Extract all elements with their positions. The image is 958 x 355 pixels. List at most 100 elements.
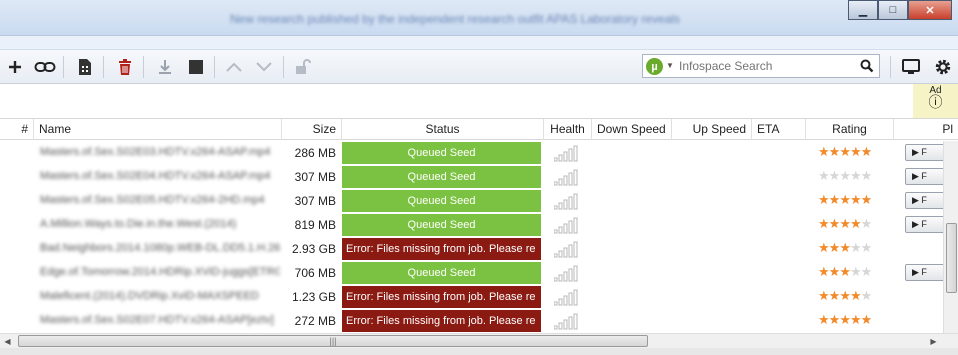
close-button[interactable]: ✕ [908,0,952,20]
star-filled-icon[interactable]: ★ [839,264,851,279]
link-icon [34,62,56,72]
unlock-button[interactable] [291,55,315,79]
star-empty-icon[interactable]: ★ [861,216,873,231]
move-down-button[interactable] [252,55,276,79]
add-torrent-button[interactable] [3,55,27,79]
column-status[interactable]: Status [342,119,544,140]
table-row[interactable]: Masters.of.Sex.S02E03.HDTV.x264-ASAP.mp4… [0,141,943,165]
add-url-button[interactable] [33,55,57,79]
health-bar [563,319,568,330]
search-button[interactable] [858,58,876,74]
start-download-button[interactable] [153,55,177,79]
column-eta[interactable]: ETA [752,119,806,140]
star-filled-icon[interactable]: ★ [818,312,830,327]
health-bars-icon [554,265,578,282]
status-bar: Queued Seed [342,190,541,212]
star-filled-icon[interactable]: ★ [829,264,841,279]
ad-badge[interactable]: Ad ⓘ [913,84,958,118]
column-up-speed[interactable]: Up Speed [672,119,752,140]
star-filled-icon[interactable]: ★ [850,216,862,231]
star-empty-icon[interactable]: ★ [850,264,862,279]
star-filled-icon[interactable]: ★ [839,312,851,327]
play-button[interactable]: ▶ F [905,264,943,281]
rating-stars[interactable]: ★★★★★ [818,265,888,279]
create-torrent-button[interactable] [73,55,97,79]
star-filled-icon[interactable]: ★ [818,240,830,255]
minimize-button[interactable]: ▁ [848,0,878,20]
maximize-button[interactable]: □ [878,0,908,20]
star-filled-icon[interactable]: ★ [850,144,862,159]
table-row[interactable]: Masters.of.Sex.S02E07.HDTV.x264-ASAP[ezt… [0,309,943,333]
star-empty-icon[interactable]: ★ [839,168,851,183]
star-filled-icon[interactable]: ★ [829,312,841,327]
play-button[interactable]: ▶ F [905,216,943,233]
column-number[interactable]: # [0,119,34,140]
star-filled-icon[interactable]: ★ [850,288,862,303]
star-empty-icon[interactable]: ★ [829,168,841,183]
star-filled-icon[interactable]: ★ [818,144,830,159]
play-button[interactable]: ▶ F [905,144,943,161]
table-row[interactable]: Edge.of.Tomorrow.2014.HDRip.XViD-juggs[E… [0,261,943,285]
star-filled-icon[interactable]: ★ [861,312,873,327]
column-down-speed[interactable]: Down Speed [592,119,672,140]
table-row[interactable]: A.Million.Ways.to.Die.in.the.West.(2014)… [0,213,943,237]
column-play[interactable]: Pl [894,119,958,140]
remove-button[interactable] [113,55,137,79]
column-health[interactable]: Health [544,119,592,140]
star-filled-icon[interactable]: ★ [839,144,851,159]
table-row[interactable]: Maleficent.(2014).DVDRip.XviD-MAXSPEED 1… [0,285,943,309]
star-filled-icon[interactable]: ★ [839,192,851,207]
star-empty-icon[interactable]: ★ [818,168,830,183]
star-filled-icon[interactable]: ★ [829,216,841,231]
rating-stars[interactable]: ★★★★★ [818,289,888,303]
scroll-right-arrow-icon[interactable]: ▶ [926,334,941,349]
rating-stars[interactable]: ★★★★★ [818,313,888,327]
rating-stars[interactable]: ★★★★★ [818,145,888,159]
utorrent-logo-icon[interactable]: µ [646,58,663,75]
star-filled-icon[interactable]: ★ [818,216,830,231]
rating-stars[interactable]: ★★★★★ [818,193,888,207]
star-empty-icon[interactable]: ★ [861,264,873,279]
rating-stars[interactable]: ★★★★★ [818,169,888,183]
remote-button[interactable] [899,55,923,79]
column-rating[interactable]: Rating [806,119,894,140]
preferences-button[interactable] [931,55,955,79]
table-row[interactable]: Masters.of.Sex.S02E05.HDTV.x264-2HD.mp4 … [0,189,943,213]
star-filled-icon[interactable]: ★ [861,144,873,159]
stop-button[interactable] [184,55,208,79]
star-filled-icon[interactable]: ★ [850,192,862,207]
horizontal-scroll-thumb[interactable]: ||| [18,335,648,347]
vertical-scroll-thumb[interactable] [946,223,957,293]
star-empty-icon[interactable]: ★ [861,168,873,183]
move-up-button[interactable] [222,55,246,79]
star-filled-icon[interactable]: ★ [818,192,830,207]
star-filled-icon[interactable]: ★ [818,288,830,303]
horizontal-scrollbar[interactable]: ◀ ||| ▶ [0,333,958,348]
star-empty-icon[interactable]: ★ [850,168,862,183]
star-filled-icon[interactable]: ★ [850,312,862,327]
search-provider-dropdown[interactable]: ▼ [666,61,674,70]
column-name[interactable]: Name [34,119,282,140]
star-empty-icon[interactable]: ★ [861,240,873,255]
table-row[interactable]: Bad.Neighbors.2014.1080p.WEB-DL.DD5.1.H.… [0,237,943,261]
scroll-left-arrow-icon[interactable]: ◀ [0,334,15,349]
vertical-scrollbar[interactable] [943,141,958,333]
rating-stars[interactable]: ★★★★★ [818,217,888,231]
rating-stars[interactable]: ★★★★★ [818,241,888,255]
column-size[interactable]: Size [282,119,342,140]
star-filled-icon[interactable]: ★ [829,192,841,207]
star-empty-icon[interactable]: ★ [850,240,862,255]
star-filled-icon[interactable]: ★ [839,240,851,255]
play-button[interactable]: ▶ F [905,168,943,185]
star-filled-icon[interactable]: ★ [839,216,851,231]
star-filled-icon[interactable]: ★ [829,288,841,303]
table-row[interactable]: Masters.of.Sex.S02E04.HDTV.x264-ASAP.mp4… [0,165,943,189]
star-empty-icon[interactable]: ★ [861,288,873,303]
star-filled-icon[interactable]: ★ [839,288,851,303]
star-filled-icon[interactable]: ★ [829,144,841,159]
star-filled-icon[interactable]: ★ [829,240,841,255]
star-filled-icon[interactable]: ★ [861,192,873,207]
star-filled-icon[interactable]: ★ [818,264,830,279]
search-input[interactable] [679,58,859,74]
play-button[interactable]: ▶ F [905,192,943,209]
